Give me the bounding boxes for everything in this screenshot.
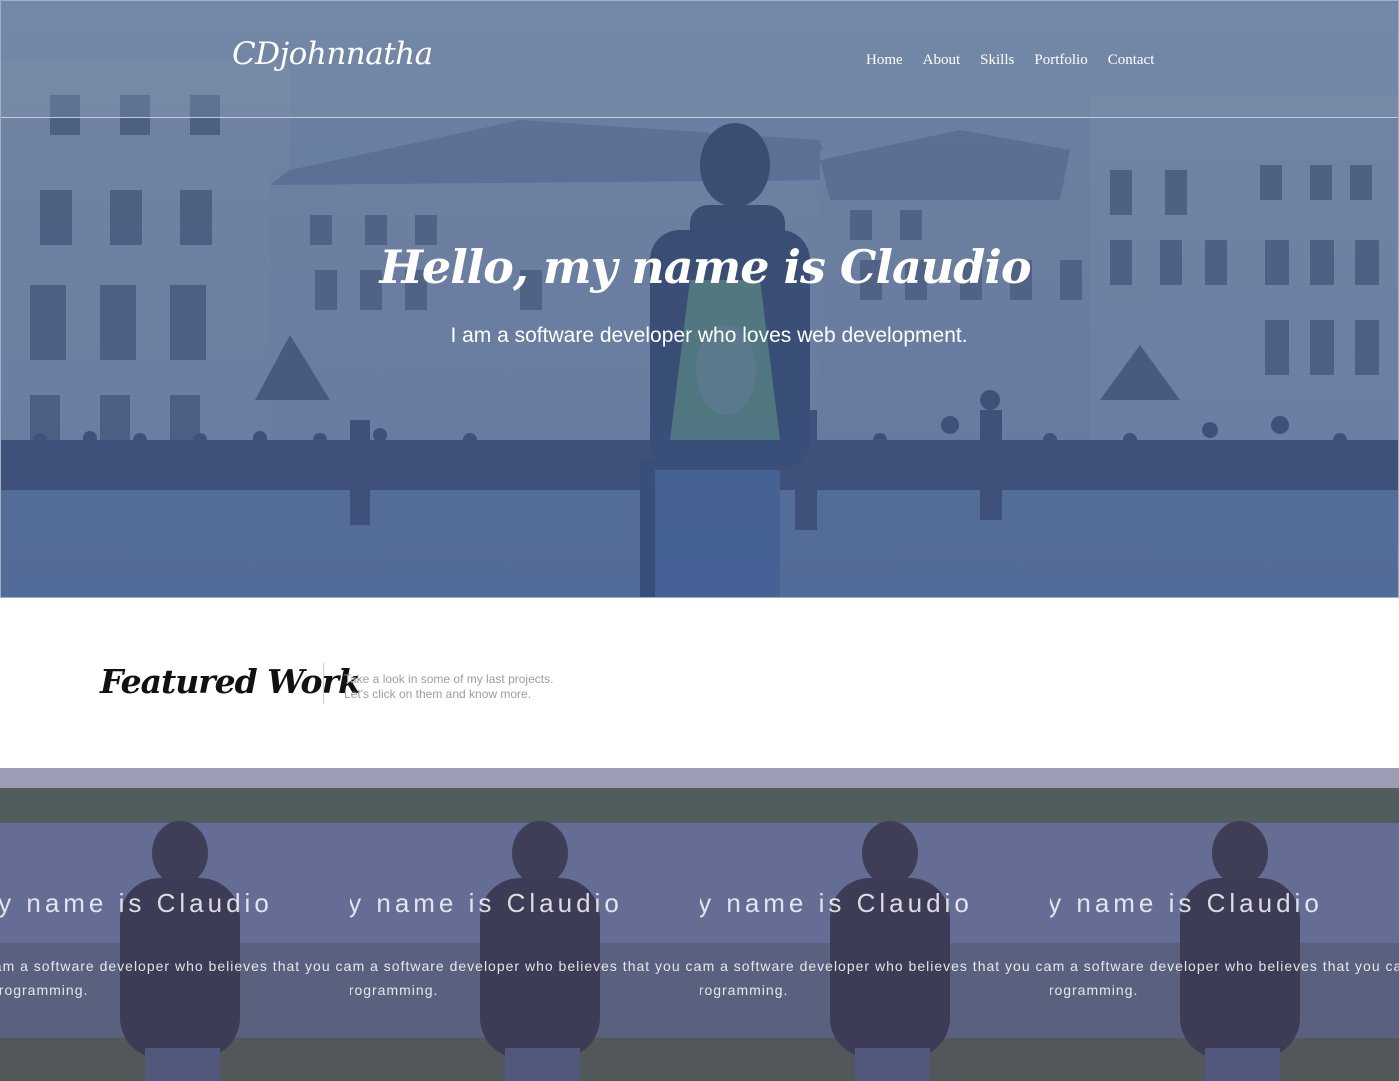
nav-link-skills[interactable]: Skills bbox=[980, 52, 1014, 69]
portfolio-card-desc: programming. bbox=[1050, 982, 1139, 998]
portfolio-card-title: Hello my name is Claudio bbox=[350, 888, 623, 918]
portfolio-card-desc: I am a software developer who believes t… bbox=[0, 958, 350, 974]
portfolio-card[interactable]: Hello my name is Claudio I am a software… bbox=[1050, 768, 1399, 1081]
portfolio-card-overlay bbox=[700, 768, 1050, 1081]
portfolio-card-overlay bbox=[1050, 768, 1399, 1081]
brand-logo[interactable]: CDjohnnatha bbox=[232, 36, 433, 72]
nav-link-portfolio[interactable]: Portfolio bbox=[1034, 52, 1087, 69]
featured-desc-line-2: Let's click on them and know more. bbox=[344, 687, 532, 701]
featured-work-title: Featured Work bbox=[100, 662, 361, 701]
portfolio-grid: Hello my name is Claudio I am a software… bbox=[0, 768, 1399, 1081]
main-nav: Home About Skills Portfolio Contact bbox=[866, 52, 1154, 69]
portfolio-card[interactable]: Hello my name is Claudio I am a software… bbox=[0, 768, 350, 1081]
featured-desc-line-1: Take a look in some of my last projects. bbox=[344, 672, 554, 686]
nav-link-home[interactable]: Home bbox=[866, 52, 903, 69]
navbar: CDjohnnatha Home About Skills Portfolio … bbox=[0, 0, 1399, 118]
portfolio-card-desc: I am a software developer who believes t… bbox=[700, 958, 1050, 974]
portfolio-card-title: Hello my name is Claudio bbox=[700, 888, 973, 918]
hero-section: CDjohnnatha Home About Skills Portfolio … bbox=[0, 0, 1399, 598]
hero-title: Hello, my name is Claudio bbox=[379, 240, 1031, 294]
portfolio-card-overlay bbox=[350, 768, 700, 1081]
portfolio-card[interactable]: Hello my name is Claudio I am a software… bbox=[350, 768, 700, 1081]
portfolio-card-desc: programming. bbox=[350, 982, 439, 998]
portfolio-card[interactable]: Hello my name is Claudio I am a software… bbox=[700, 768, 1050, 1081]
nav-link-about[interactable]: About bbox=[923, 52, 961, 69]
portfolio-card-desc: programming. bbox=[700, 982, 789, 998]
featured-description: Take a look in some of my last projects.… bbox=[344, 672, 553, 702]
featured-divider bbox=[323, 663, 324, 704]
portfolio-card-desc: I am a software developer who believes t… bbox=[1050, 958, 1399, 974]
portfolio-card-overlay bbox=[0, 768, 350, 1081]
portfolio-card-title: Hello my name is Claudio bbox=[0, 888, 273, 918]
portfolio-card-desc: programming. bbox=[0, 982, 89, 998]
portfolio-card-desc: I am a software developer who believes t… bbox=[350, 958, 700, 974]
hero-subtitle: I am a software developer who loves web … bbox=[450, 324, 968, 347]
portfolio-card-title: Hello my name is Claudio bbox=[1050, 888, 1323, 918]
nav-link-contact[interactable]: Contact bbox=[1108, 52, 1155, 69]
